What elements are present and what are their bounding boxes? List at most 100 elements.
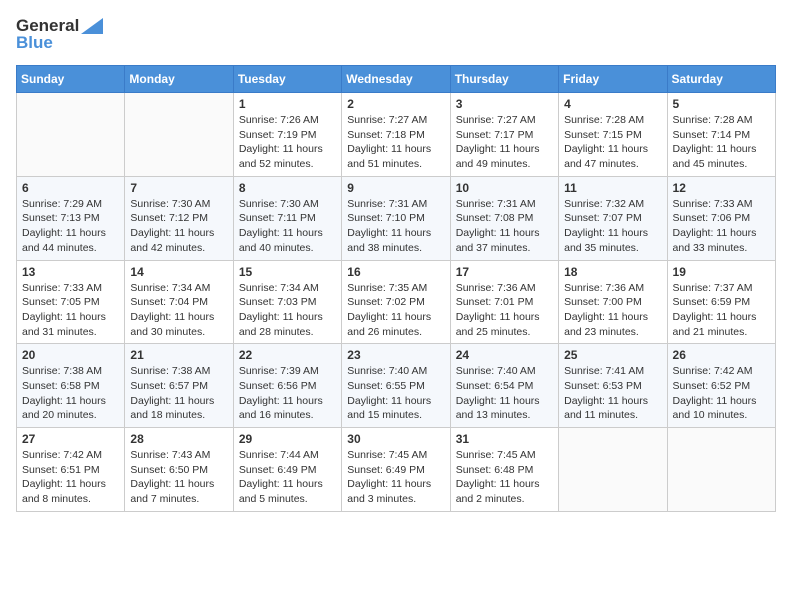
calendar-cell: 5 Sunrise: 7:28 AMSunset: 7:14 PMDaylight… [667,93,775,177]
calendar-cell: 20 Sunrise: 7:38 AMSunset: 6:58 PMDayligh… [17,344,125,428]
calendar-cell: 2 Sunrise: 7:27 AMSunset: 7:18 PMDaylight… [342,93,450,177]
day-number: 13 [22,265,119,279]
calendar-cell: 6 Sunrise: 7:29 AMSunset: 7:13 PMDaylight… [17,176,125,260]
calendar-cell [125,93,233,177]
calendar-cell: 27 Sunrise: 7:42 AMSunset: 6:51 PMDayligh… [17,428,125,512]
calendar-cell: 3Sunrise: 7:27 AMSunset: 7:17 PMDaylight… [450,93,558,177]
day-number: 17 [456,265,553,279]
calendar-cell: 15 Sunrise: 7:34 AMSunset: 7:03 PMDayligh… [233,260,341,344]
calendar-week-3: 13 Sunrise: 7:33 AMSunset: 7:05 PMDayligh… [17,260,776,344]
calendar-cell: 8Sunrise: 7:30 AMSunset: 7:11 PMDaylight… [233,176,341,260]
day-number: 11 [564,181,661,195]
day-number: 4 [564,97,661,111]
calendar-cell: 13 Sunrise: 7:33 AMSunset: 7:05 PMDayligh… [17,260,125,344]
day-info: Sunrise: 7:40 AMSunset: 6:55 PMDaylight:… [347,364,444,423]
day-info: Sunrise: 7:28 AMSunset: 7:15 PMDaylight:… [564,113,661,172]
calendar-cell: 11 Sunrise: 7:32 AMSunset: 7:07 PMDayligh… [559,176,667,260]
calendar-week-1: 1 Sunrise: 7:26 AMSunset: 7:19 PMDaylight… [17,93,776,177]
day-info: Sunrise: 7:38 AMSunset: 6:58 PMDaylight:… [22,364,119,423]
day-number: 24 [456,348,553,362]
calendar-cell: 4 Sunrise: 7:28 AMSunset: 7:15 PMDaylight… [559,93,667,177]
day-info: Sunrise: 7:45 AMSunset: 6:49 PMDaylight:… [347,448,444,507]
calendar-cell: 24 Sunrise: 7:40 AMSunset: 6:54 PMDayligh… [450,344,558,428]
day-number: 9 [347,181,444,195]
day-info: Sunrise: 7:36 AMSunset: 7:01 PMDaylight:… [456,281,553,340]
calendar-cell: 21Sunrise: 7:38 AMSunset: 6:57 PMDayligh… [125,344,233,428]
day-info: Sunrise: 7:26 AMSunset: 7:19 PMDaylight:… [239,113,336,172]
day-number: 15 [239,265,336,279]
day-number: 1 [239,97,336,111]
header-tuesday: Tuesday [233,66,341,93]
day-info: Sunrise: 7:41 AMSunset: 6:53 PMDaylight:… [564,364,661,423]
header-monday: Monday [125,66,233,93]
page-header: General Blue [16,16,776,53]
header-friday: Friday [559,66,667,93]
calendar-cell: 9 Sunrise: 7:31 AMSunset: 7:10 PMDaylight… [342,176,450,260]
calendar-week-4: 20 Sunrise: 7:38 AMSunset: 6:58 PMDayligh… [17,344,776,428]
calendar-cell: 18Sunrise: 7:36 AMSunset: 7:00 PMDayligh… [559,260,667,344]
day-info: Sunrise: 7:30 AMSunset: 7:12 PMDaylight:… [130,197,227,256]
day-number: 22 [239,348,336,362]
day-info: Sunrise: 7:29 AMSunset: 7:13 PMDaylight:… [22,197,119,256]
day-number: 29 [239,432,336,446]
day-info: Sunrise: 7:31 AMSunset: 7:08 PMDaylight:… [456,197,553,256]
calendar-cell: 19Sunrise: 7:37 AMSunset: 6:59 PMDayligh… [667,260,775,344]
calendar-cell: 10 Sunrise: 7:31 AMSunset: 7:08 PMDayligh… [450,176,558,260]
calendar-cell: 16 Sunrise: 7:35 AMSunset: 7:02 PMDayligh… [342,260,450,344]
day-info: Sunrise: 7:42 AMSunset: 6:52 PMDaylight:… [673,364,770,423]
day-info: Sunrise: 7:27 AMSunset: 7:18 PMDaylight:… [347,113,444,172]
calendar-cell: 22 Sunrise: 7:39 AMSunset: 6:56 PMDayligh… [233,344,341,428]
calendar-cell: 30 Sunrise: 7:45 AMSunset: 6:49 PMDayligh… [342,428,450,512]
calendar-table: SundayMondayTuesdayWednesdayThursdayFrid… [16,65,776,512]
day-info: Sunrise: 7:42 AMSunset: 6:51 PMDaylight:… [22,448,119,507]
day-number: 23 [347,348,444,362]
day-number: 16 [347,265,444,279]
calendar-week-5: 27 Sunrise: 7:42 AMSunset: 6:51 PMDayligh… [17,428,776,512]
logo-blue: Blue [16,33,53,53]
day-info: Sunrise: 7:33 AMSunset: 7:06 PMDaylight:… [673,197,770,256]
header-saturday: Saturday [667,66,775,93]
day-number: 12 [673,181,770,195]
day-number: 27 [22,432,119,446]
day-info: Sunrise: 7:31 AMSunset: 7:10 PMDaylight:… [347,197,444,256]
day-number: 20 [22,348,119,362]
calendar-cell: 7 Sunrise: 7:30 AMSunset: 7:12 PMDaylight… [125,176,233,260]
logo-arrow-icon [81,18,103,34]
calendar-week-2: 6 Sunrise: 7:29 AMSunset: 7:13 PMDaylight… [17,176,776,260]
day-info: Sunrise: 7:32 AMSunset: 7:07 PMDaylight:… [564,197,661,256]
calendar-cell: 17 Sunrise: 7:36 AMSunset: 7:01 PMDayligh… [450,260,558,344]
day-info: Sunrise: 7:33 AMSunset: 7:05 PMDaylight:… [22,281,119,340]
day-number: 14 [130,265,227,279]
calendar-cell: 25Sunrise: 7:41 AMSunset: 6:53 PMDayligh… [559,344,667,428]
day-info: Sunrise: 7:36 AMSunset: 7:00 PMDaylight:… [564,281,661,340]
day-number: 26 [673,348,770,362]
day-info: Sunrise: 7:40 AMSunset: 6:54 PMDaylight:… [456,364,553,423]
day-number: 7 [130,181,227,195]
day-info: Sunrise: 7:39 AMSunset: 6:56 PMDaylight:… [239,364,336,423]
day-number: 5 [673,97,770,111]
calendar-cell: 23 Sunrise: 7:40 AMSunset: 6:55 PMDayligh… [342,344,450,428]
day-info: Sunrise: 7:30 AMSunset: 7:11 PMDaylight:… [239,197,336,256]
calendar-cell: 28 Sunrise: 7:43 AMSunset: 6:50 PMDayligh… [125,428,233,512]
calendar-cell: 29Sunrise: 7:44 AMSunset: 6:49 PMDayligh… [233,428,341,512]
logo: General Blue [16,16,103,53]
day-number: 28 [130,432,227,446]
day-info: Sunrise: 7:34 AMSunset: 7:03 PMDaylight:… [239,281,336,340]
day-info: Sunrise: 7:27 AMSunset: 7:17 PMDaylight:… [456,113,553,172]
day-number: 10 [456,181,553,195]
day-number: 2 [347,97,444,111]
day-info: Sunrise: 7:43 AMSunset: 6:50 PMDaylight:… [130,448,227,507]
day-info: Sunrise: 7:45 AMSunset: 6:48 PMDaylight:… [456,448,553,507]
day-info: Sunrise: 7:38 AMSunset: 6:57 PMDaylight:… [130,364,227,423]
calendar-cell: 31 Sunrise: 7:45 AMSunset: 6:48 PMDayligh… [450,428,558,512]
calendar-header-row: SundayMondayTuesdayWednesdayThursdayFrid… [17,66,776,93]
calendar-cell: 1 Sunrise: 7:26 AMSunset: 7:19 PMDaylight… [233,93,341,177]
calendar-cell [667,428,775,512]
day-info: Sunrise: 7:35 AMSunset: 7:02 PMDaylight:… [347,281,444,340]
calendar-cell: 26 Sunrise: 7:42 AMSunset: 6:52 PMDayligh… [667,344,775,428]
day-number: 30 [347,432,444,446]
day-number: 31 [456,432,553,446]
header-wednesday: Wednesday [342,66,450,93]
day-number: 6 [22,181,119,195]
day-info: Sunrise: 7:28 AMSunset: 7:14 PMDaylight:… [673,113,770,172]
